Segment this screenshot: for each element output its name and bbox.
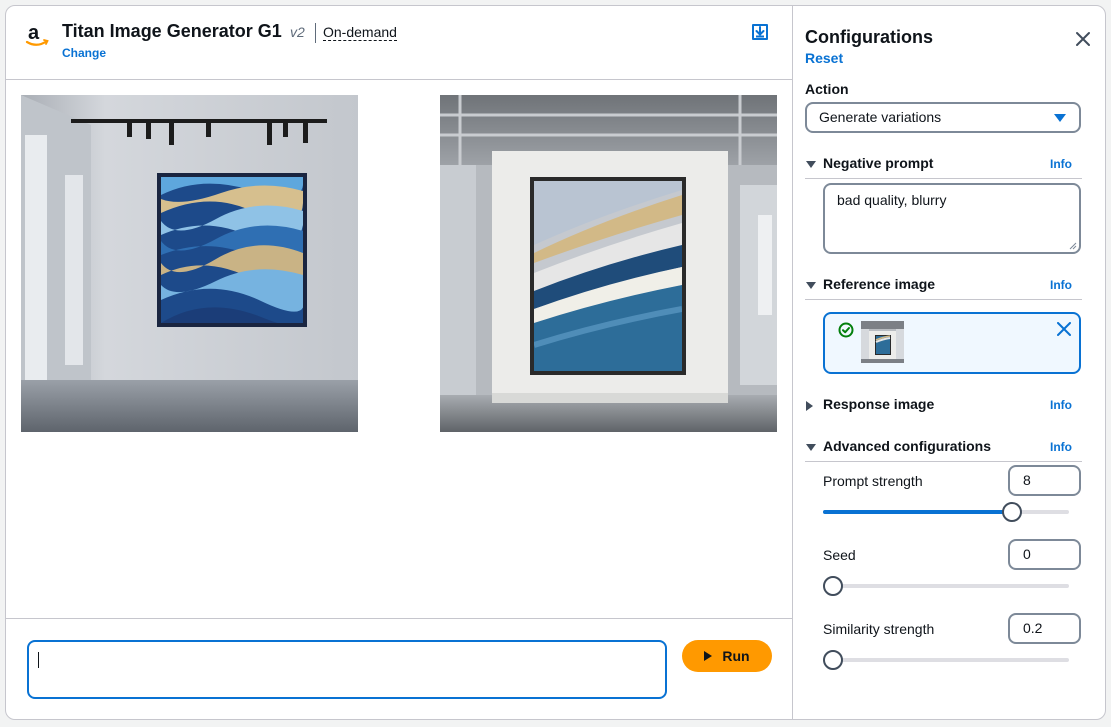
divider — [6, 618, 793, 619]
info-link[interactable]: Info — [1050, 398, 1072, 412]
reference-image-file — [823, 312, 1081, 374]
slider-track — [823, 584, 1069, 588]
section-title: Reference image — [823, 276, 936, 292]
play-icon — [704, 651, 713, 661]
slider-handle[interactable] — [1001, 502, 1022, 522]
caret-down-icon — [806, 161, 816, 168]
section-title: Negative prompt — [823, 155, 934, 171]
panel-title: Configurations — [805, 27, 933, 47]
caret-right-icon — [806, 401, 813, 411]
export-icon[interactable] — [751, 23, 769, 41]
text-cursor — [38, 652, 39, 668]
advanced-configurations-section-header[interactable]: Advanced configurations Info — [805, 438, 1082, 462]
success-check-icon — [838, 322, 854, 338]
configurations-panel: Configurations Reset Action Generate var… — [794, 6, 1105, 719]
remove-icon[interactable] — [1057, 322, 1071, 336]
prompt-input[interactable] — [27, 640, 667, 699]
seed-label: Seed — [823, 547, 856, 563]
caret-down-icon — [1054, 114, 1066, 122]
prompt-strength-input[interactable]: 8 — [1008, 465, 1081, 496]
info-link[interactable]: Info — [1050, 440, 1072, 454]
throughput-popover[interactable]: On-demand — [323, 24, 397, 41]
section-title: Response image — [823, 396, 935, 412]
similarity-strength-input[interactable]: 0.2 — [1008, 613, 1081, 644]
action-select[interactable]: Generate variations — [805, 102, 1081, 133]
similarity-strength-slider[interactable] — [823, 650, 1069, 670]
caret-down-icon — [806, 282, 816, 289]
model-name: Titan Image Generator G1 — [62, 21, 282, 41]
action-label: Action — [805, 81, 849, 97]
info-link[interactable]: Info — [1050, 157, 1072, 171]
generated-image-2[interactable] — [440, 95, 777, 432]
main-panel: a Titan Image Generator G1 v2 On-demand … — [6, 6, 793, 719]
slider-track — [823, 658, 1069, 662]
divider — [315, 23, 316, 43]
model-version: v2 — [290, 24, 305, 40]
response-image-section-header[interactable]: Response image Info — [805, 396, 1082, 420]
reset-link[interactable]: Reset — [805, 50, 843, 66]
reference-image-section-header[interactable]: Reference image Info — [805, 276, 1082, 300]
similarity-strength-label: Similarity strength — [823, 621, 935, 637]
prompt-strength-label: Prompt strength — [823, 473, 923, 489]
playground-window: a Titan Image Generator G1 v2 On-demand … — [5, 5, 1106, 720]
slider-handle[interactable] — [823, 650, 843, 670]
generated-image-1[interactable] — [21, 95, 358, 432]
svg-text:a: a — [28, 22, 40, 44]
seed-slider[interactable] — [823, 576, 1069, 596]
amazon-logo-icon: a — [25, 22, 49, 46]
negative-prompt-section-header[interactable]: Negative prompt Info — [805, 155, 1082, 179]
slider-handle[interactable] — [823, 576, 843, 596]
seed-input[interactable]: 0 — [1008, 539, 1081, 570]
prompt-strength-slider[interactable] — [823, 502, 1069, 522]
negative-prompt-value: bad quality, blurry — [837, 192, 947, 208]
caret-down-icon — [806, 444, 816, 451]
info-link[interactable]: Info — [1050, 278, 1072, 292]
reference-image-thumbnail — [861, 321, 904, 363]
model-header: a Titan Image Generator G1 v2 On-demand … — [6, 6, 793, 80]
negative-prompt-textarea[interactable]: bad quality, blurry — [823, 183, 1081, 254]
action-selected-value: Generate variations — [819, 109, 942, 125]
section-title: Advanced configurations — [823, 438, 992, 454]
slider-fill — [823, 510, 1020, 514]
close-icon[interactable] — [1075, 31, 1091, 47]
run-button[interactable]: Run — [682, 640, 772, 672]
run-label: Run — [722, 648, 750, 664]
change-model-link[interactable]: Change — [62, 46, 106, 60]
resize-handle-icon[interactable] — [1069, 242, 1077, 250]
